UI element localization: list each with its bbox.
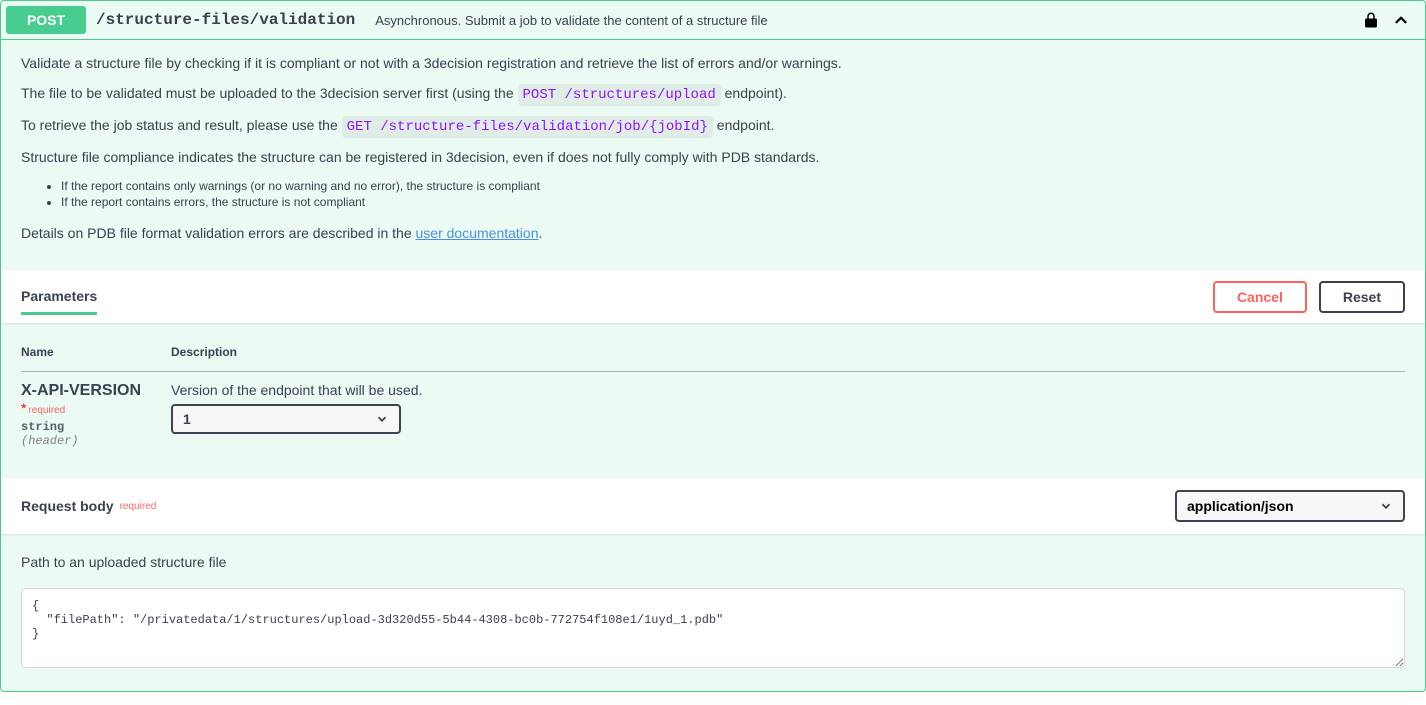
request-body-textarea[interactable] — [21, 588, 1405, 668]
operation-summary[interactable]: POST /structure-files/validation Asynchr… — [1, 1, 1425, 40]
param-in: (header) — [21, 434, 171, 448]
desc-li1: If the report contains only warnings (or… — [61, 179, 1405, 193]
table-row: X-API-VERSION *required string (header) … — [21, 372, 1405, 459]
content-type-select[interactable]: application/json — [1175, 490, 1405, 522]
operation-description: Validate a structure file by checking if… — [1, 40, 1425, 270]
parameters-header: Parameters Cancel Reset — [1, 270, 1425, 323]
required-label: required — [26, 405, 65, 416]
request-body-description: Path to an uploaded structure file — [21, 554, 1405, 570]
tab-parameters[interactable]: Parameters — [21, 278, 97, 315]
desc-p5: Details on PDB file format validation er… — [21, 225, 1405, 241]
endpoint-path: /structure-files/validation — [86, 11, 365, 29]
col-header-name: Name — [21, 333, 171, 372]
desc-p2: The file to be validated must be uploade… — [21, 85, 1405, 103]
cancel-button[interactable]: Cancel — [1213, 281, 1307, 313]
request-body-content: Path to an uploaded structure file — [1, 534, 1425, 691]
desc-p4: Structure file compliance indicates the … — [21, 149, 1405, 165]
param-name: X-API-VERSION — [21, 382, 141, 399]
request-body-header: Request body required application/json — [1, 478, 1425, 534]
col-header-description: Description — [171, 333, 1405, 372]
code-upload: POST /structures/upload — [518, 84, 721, 106]
reset-button[interactable]: Reset — [1319, 281, 1405, 313]
desc-li2: If the report contains errors, the struc… — [61, 195, 1405, 209]
operation-block: POST /structure-files/validation Asynchr… — [0, 0, 1426, 692]
desc-p1: Validate a structure file by checking if… — [21, 55, 1405, 71]
request-body-title: Request body — [21, 498, 114, 514]
code-jobstatus: GET /structure-files/validation/job/{job… — [342, 116, 713, 138]
method-badge: POST — [6, 6, 86, 34]
chevron-up-icon[interactable] — [1388, 11, 1420, 29]
operation-body: Validate a structure file by checking if… — [1, 40, 1425, 691]
user-documentation-link[interactable]: user documentation — [416, 225, 539, 241]
param-type: string — [21, 416, 171, 434]
param-value-select[interactable]: 1 — [171, 404, 401, 434]
param-description: Version of the endpoint that will be use… — [171, 382, 1405, 398]
endpoint-summary: Asynchronous. Submit a job to validate t… — [365, 13, 1354, 28]
parameters-table: Name Description X-API-VERSION *required… — [1, 323, 1425, 478]
required-label: required — [114, 501, 157, 512]
lock-icon[interactable] — [1354, 11, 1388, 29]
desc-p3: To retrieve the job status and result, p… — [21, 117, 1405, 135]
